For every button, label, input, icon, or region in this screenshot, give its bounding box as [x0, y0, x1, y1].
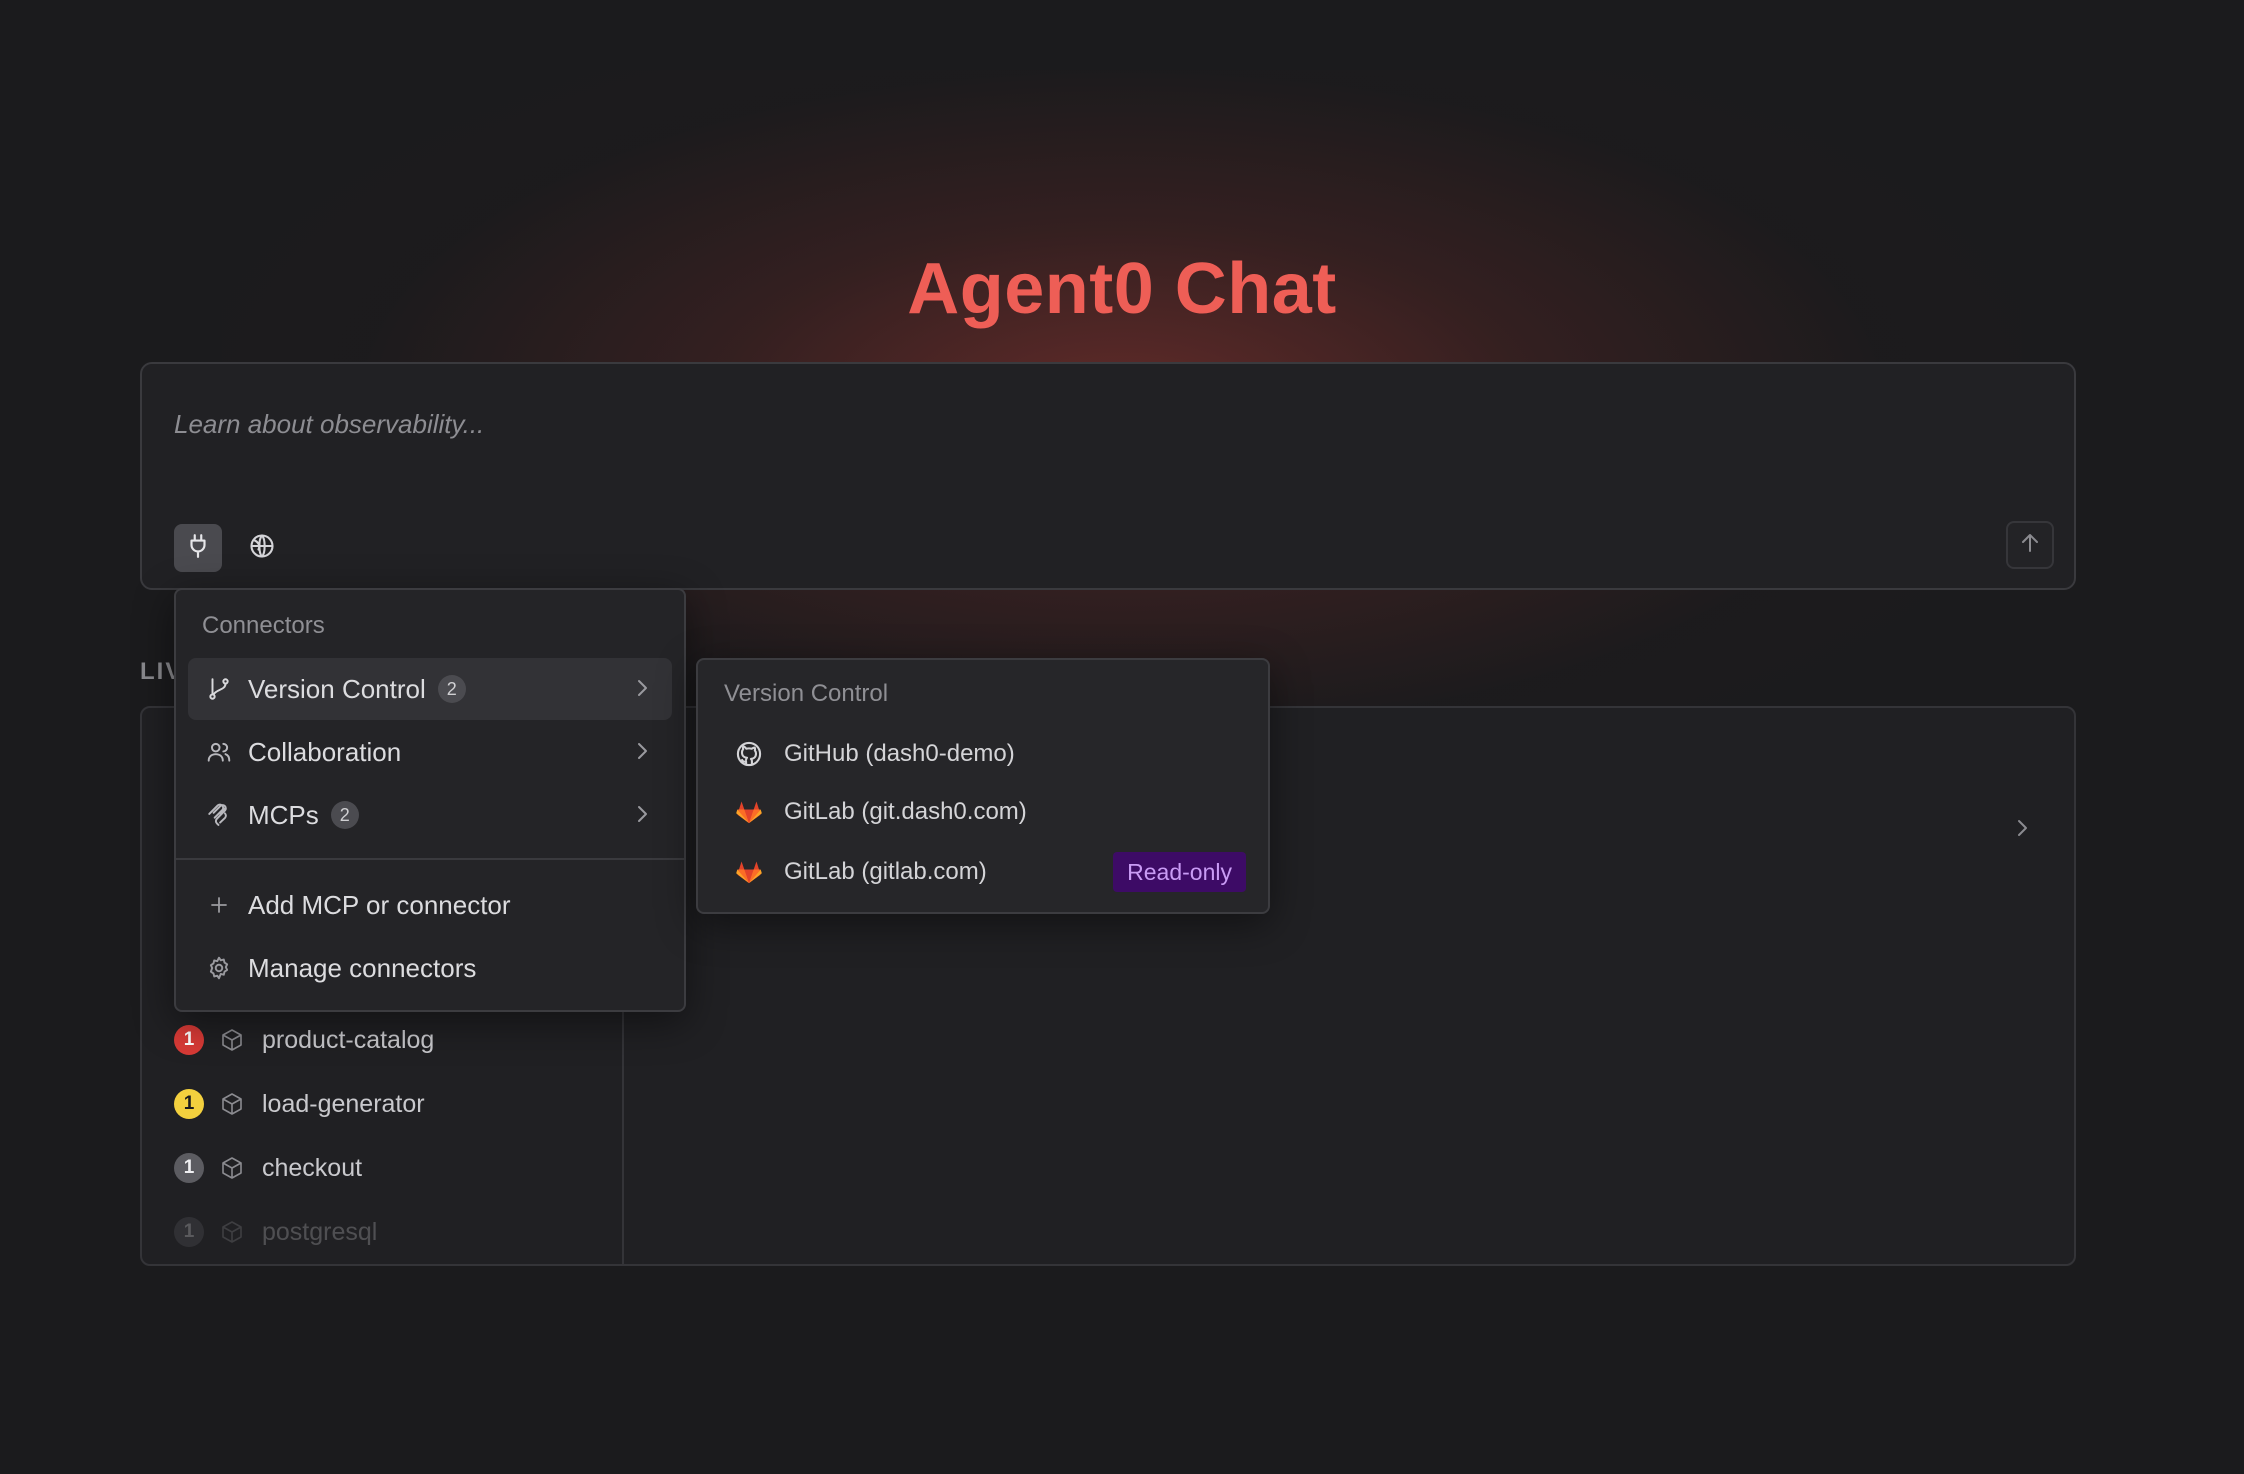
chevron-right-icon: [630, 739, 654, 768]
service-row[interactable]: 1 product-catalog: [174, 1008, 614, 1072]
chevron-right-icon: [630, 676, 654, 705]
chevron-right-icon[interactable]: [2010, 816, 2034, 845]
service-row[interactable]: 1 postgresql: [174, 1200, 614, 1264]
plus-icon: [204, 890, 234, 920]
submenu-header: Version Control: [724, 680, 889, 707]
count-badge: 2: [330, 801, 359, 829]
cube-icon: [220, 1155, 246, 1181]
manage-connectors-button[interactable]: Manage connectors: [188, 937, 672, 999]
status-badge: 1: [174, 1089, 204, 1119]
service-name: checkout: [262, 1153, 363, 1182]
cube-icon: [220, 1091, 246, 1117]
menu-item-label: MCPs: [248, 799, 319, 830]
menu-item-collaboration[interactable]: Collaboration: [188, 721, 672, 783]
submenu-item-gitlab-com[interactable]: GitLab (gitlab.com) Read-only: [710, 844, 1258, 900]
service-row[interactable]: 1 load-generator: [174, 1072, 614, 1136]
submenu-item-github[interactable]: GitHub (dash0-demo): [710, 726, 1258, 782]
status-badge: 1: [174, 1025, 204, 1055]
git-branch-icon: [204, 674, 234, 704]
submenu-item-label: GitLab (gitlab.com): [784, 858, 987, 885]
app-root: Agent0 Chat Learn about observability...…: [0, 0, 2244, 1474]
menu-item-label: Manage connectors: [248, 952, 477, 983]
connectors-menu: Connectors Version Control 2 Collaborati…: [174, 588, 686, 1012]
web-search-button[interactable]: [238, 524, 286, 572]
page-title: Agent0 Chat: [907, 249, 1337, 329]
service-row[interactable]: 1 checkout: [174, 1136, 614, 1200]
add-connector-button[interactable]: Add MCP or connector: [188, 874, 672, 936]
arrow-up-icon: [2018, 531, 2042, 560]
mcp-icon: [204, 800, 234, 830]
service-list: 1 product-catalog 1 load-generator 1 che…: [174, 1008, 614, 1264]
users-icon: [204, 737, 234, 767]
globe-icon: [248, 532, 276, 565]
menu-item-label: Collaboration: [248, 736, 402, 767]
connectors-button[interactable]: [174, 524, 222, 572]
send-button[interactable]: [2006, 521, 2054, 569]
count-badge: 2: [437, 675, 466, 703]
submenu-item-label: GitHub (dash0-demo): [784, 740, 1015, 767]
menu-header: Connectors: [202, 612, 325, 639]
chevron-right-icon: [630, 802, 654, 831]
menu-divider: [176, 858, 684, 860]
menu-item-label: Version Control: [248, 673, 426, 704]
status-badge: 1: [174, 1217, 204, 1247]
service-name: load-generator: [262, 1089, 425, 1118]
gitlab-icon: [734, 797, 764, 827]
menu-item-label: Add MCP or connector: [248, 889, 511, 920]
version-control-submenu: Version Control GitHub (dash0-demo) GitL…: [696, 658, 1270, 914]
cube-icon: [220, 1027, 246, 1053]
plug-icon: [185, 533, 211, 564]
chat-composer: [140, 362, 2076, 590]
status-badge: 1: [174, 1153, 204, 1183]
service-name: postgresql: [262, 1217, 378, 1246]
submenu-item-gitlab-dash0[interactable]: GitLab (git.dash0.com): [710, 784, 1258, 840]
cube-icon: [220, 1219, 246, 1245]
service-name: product-catalog: [262, 1025, 435, 1054]
read-only-badge: Read-only: [1113, 852, 1246, 892]
submenu-item-label: GitLab (git.dash0.com): [784, 798, 1027, 825]
github-icon: [734, 739, 764, 769]
chat-input[interactable]: [174, 394, 1374, 454]
menu-item-mcps[interactable]: MCPs 2: [188, 784, 672, 846]
menu-item-version-control[interactable]: Version Control 2: [188, 658, 672, 720]
gear-icon: [204, 953, 234, 983]
gitlab-icon: [734, 857, 764, 887]
